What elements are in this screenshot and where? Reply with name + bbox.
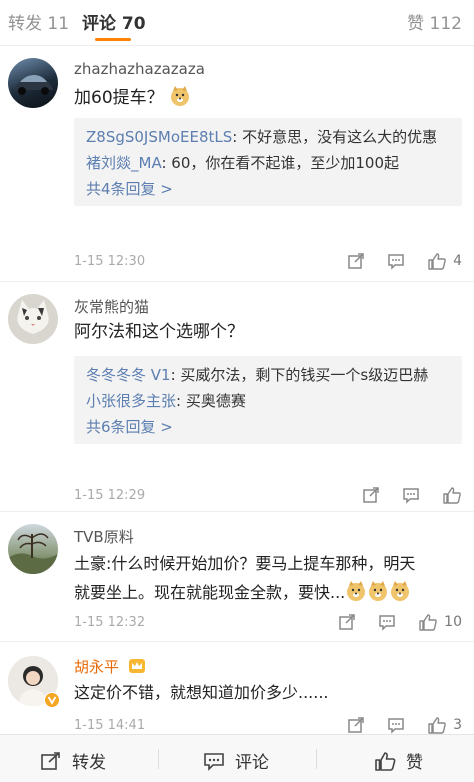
comment-timestamp: 1-15 14:41 [74, 718, 146, 733]
tab-comments[interactable]: 评论 70 [82, 9, 146, 34]
comment-tabs: 转发 11 评论 70 赞 112 [0, 0, 474, 46]
like-count: 4 [453, 253, 462, 269]
comment-text: 加60提车？ [74, 84, 460, 113]
comment-username[interactable]: 胡永平 [74, 656, 146, 677]
tab-likes[interactable]: 赞 112 [407, 9, 462, 34]
active-tab-indicator [95, 38, 131, 41]
comment-item: 灰常熊的猫 阿尔法和这个选哪个？ 冬冬冬冬 V1: 买威尔法，剩下的钱买一个s级… [0, 282, 474, 512]
comment-text-line: 就要坐上。现在就能现金全款，要快... [74, 578, 460, 607]
avatar[interactable] [8, 294, 58, 344]
avatar[interactable] [8, 524, 58, 574]
more-replies-link[interactable]: 共6条回复 > [86, 414, 450, 440]
landscape-photo-icon [8, 533, 58, 574]
comment-text-content: 加60提车？ [74, 88, 164, 108]
doge-emoji-icon [171, 86, 190, 106]
comment-icon [403, 488, 419, 504]
like-comment-button[interactable]: 4 [427, 252, 462, 270]
comment-text: 土豪:什么时候开始加价？要马上提车那种，明天 就要坐上。现在就能现金全款，要快.… [74, 549, 460, 607]
repost-comment-button[interactable] [362, 486, 380, 504]
doge-emoji-icon [369, 581, 388, 601]
reply-comment-button[interactable] [387, 716, 405, 734]
comment-text: 阿尔法和这个选哪个？ [74, 322, 244, 342]
thumbs-up-icon [443, 487, 461, 504]
share-icon [339, 614, 355, 630]
comment-button-label: 评论 [235, 753, 269, 773]
comment-icon [388, 254, 404, 270]
bottom-action-bar: 转发 评论 赞 [0, 734, 474, 782]
thumbs-up-icon [428, 253, 446, 270]
like-comment-button[interactable]: 3 [427, 716, 462, 734]
reply-username[interactable]: 冬冬冬冬 V1 [86, 366, 171, 384]
divider [316, 749, 317, 769]
reply-username[interactable]: 褚刘燚_MA [86, 154, 161, 172]
comment-text-line: 土豪:什么时候开始加价？要马上提车那种，明天 [74, 554, 416, 573]
repost-comment-button[interactable] [347, 716, 365, 734]
comment-item: 胡永平 这定价不错，就想知道加价多少...... 1-15 14:41 3 [0, 642, 474, 734]
avatar[interactable] [8, 656, 60, 708]
comment-actions [362, 486, 462, 504]
tab-repost[interactable]: 转发 11 [8, 9, 69, 34]
like-button[interactable]: 赞 [374, 748, 423, 773]
repost-comment-button[interactable] [338, 613, 356, 631]
comment-item: TVB原料 土豪:什么时候开始加价？要马上提车那种，明天 就要坐上。现在就能现金… [0, 512, 474, 642]
doge-emoji-icon [347, 581, 366, 601]
avatar[interactable] [8, 58, 58, 108]
comment-item: zhazhazhazazaza 加60提车？ Z8SgS0JSMoEE8tLS:… [0, 46, 474, 282]
thumbs-up-icon [375, 751, 396, 771]
like-button-label: 赞 [406, 753, 423, 773]
share-icon [348, 253, 364, 269]
reply-comment-button[interactable] [387, 252, 405, 270]
reply-username[interactable]: Z8SgS0JSMoEE8tLS [86, 128, 232, 146]
like-comment-button[interactable] [442, 486, 462, 504]
doge-emoji-icon [391, 581, 410, 601]
share-icon [41, 751, 60, 770]
reply-item: 褚刘燚_MA: 60，你在看不起谁，至少加100起 [86, 150, 450, 176]
more-replies-link[interactable]: 共4条回复 > [86, 176, 450, 202]
reply-text: : 60，你在看不起谁，至少加100起 [161, 154, 399, 172]
share-icon [348, 717, 364, 733]
cat-photo-icon [17, 300, 49, 334]
like-count: 3 [453, 717, 462, 733]
thumbs-up-icon [419, 614, 437, 631]
comment-actions: 4 [347, 252, 462, 270]
comment-timestamp: 1-15 12:30 [74, 254, 146, 269]
reply-username[interactable]: 小张很多主张 [86, 392, 176, 410]
thumbs-up-icon [428, 717, 446, 734]
comment-timestamp: 1-15 12:32 [74, 615, 146, 630]
share-icon [363, 487, 379, 503]
comment-button[interactable]: 评论 [203, 748, 269, 773]
car-photo-icon [14, 75, 53, 95]
comment-icon [204, 752, 224, 771]
like-count: 10 [444, 614, 462, 630]
like-comment-button[interactable]: 10 [418, 613, 462, 631]
reply-text: : 买奥德赛 [176, 392, 246, 410]
repost-comment-button[interactable] [347, 252, 365, 270]
comment-text: 这定价不错，就想知道加价多少...... [74, 683, 329, 702]
reply-item: 冬冬冬冬 V1: 买威尔法，剩下的钱买一个s级迈巴赫 [86, 362, 450, 388]
comment-actions: 3 [347, 716, 462, 734]
comment-username[interactable]: 灰常熊的猫 [74, 296, 149, 317]
comment-timestamp: 1-15 12:29 [74, 488, 146, 503]
reply-preview-box[interactable]: 冬冬冬冬 V1: 买威尔法，剩下的钱买一个s级迈巴赫 小张很多主张: 买奥德赛 … [74, 356, 462, 444]
reply-preview-box[interactable]: Z8SgS0JSMoEE8tLS: 不好意思，没有这么大的优惠 褚刘燚_MA: … [74, 118, 462, 206]
repost-button[interactable]: 转发 [40, 748, 106, 773]
verified-badge-icon [44, 692, 60, 708]
comment-username[interactable]: zhazhazhazazaza [74, 60, 205, 78]
divider [158, 749, 159, 769]
vip-crown-icon [128, 659, 145, 673]
comment-actions: 10 [338, 613, 462, 631]
comment-icon [379, 615, 395, 631]
repost-button-label: 转发 [72, 753, 106, 773]
reply-comment-button[interactable] [402, 486, 420, 504]
comment-username[interactable]: TVB原料 [74, 526, 134, 547]
reply-item: Z8SgS0JSMoEE8tLS: 不好意思，没有这么大的优惠 [86, 124, 450, 150]
reply-text: : 买威尔法，剩下的钱买一个s级迈巴赫 [170, 366, 429, 384]
reply-comment-button[interactable] [378, 613, 396, 631]
reply-item: 小张很多主张: 买奥德赛 [86, 388, 450, 414]
reply-text: : 不好意思，没有这么大的优惠 [232, 128, 438, 146]
comment-icon [388, 718, 404, 734]
